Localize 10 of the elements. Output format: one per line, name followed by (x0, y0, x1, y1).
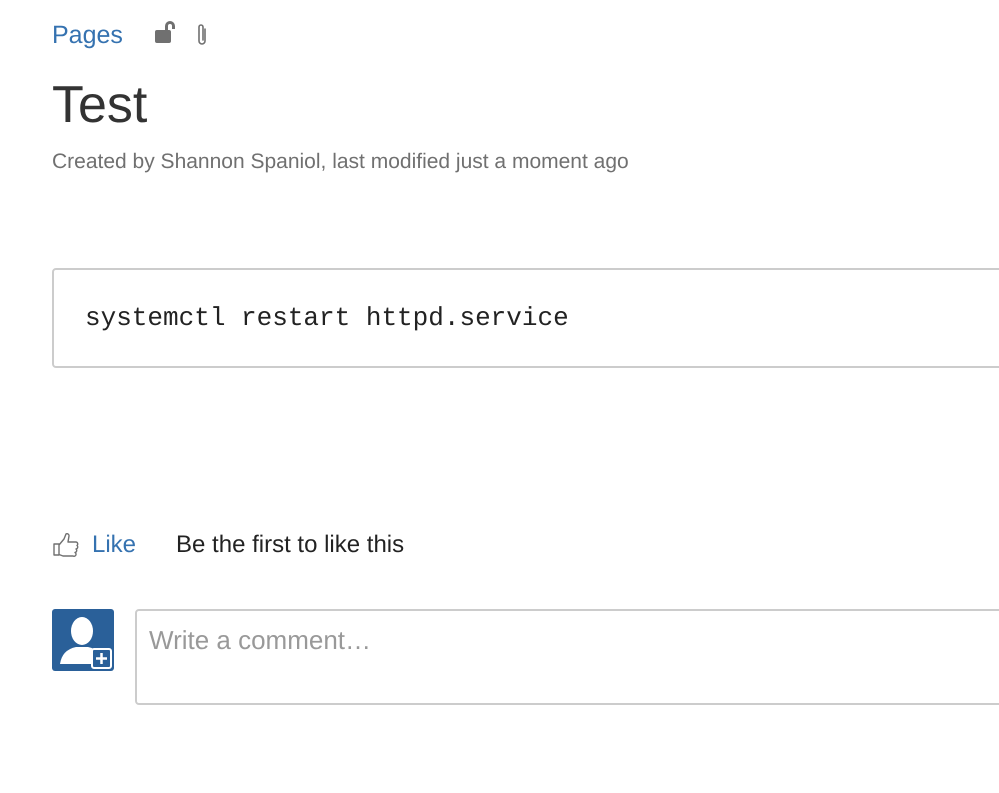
like-summary: Be the first to like this (176, 531, 404, 559)
thumbs-up-icon[interactable] (52, 533, 80, 557)
add-user-avatar-icon (52, 609, 114, 671)
page-title: Test (52, 75, 148, 136)
comment-field[interactable]: Write a comment… (135, 609, 999, 705)
code-text: systemctl restart httpd.service (85, 303, 569, 333)
unlocked-padlock-icon[interactable] (154, 20, 177, 44)
page-byline: Created by Shannon Spaniol, last modified just a moment ago (52, 150, 630, 174)
like-link[interactable]: Like (92, 531, 136, 559)
pages-link[interactable]: Pages (52, 20, 123, 50)
